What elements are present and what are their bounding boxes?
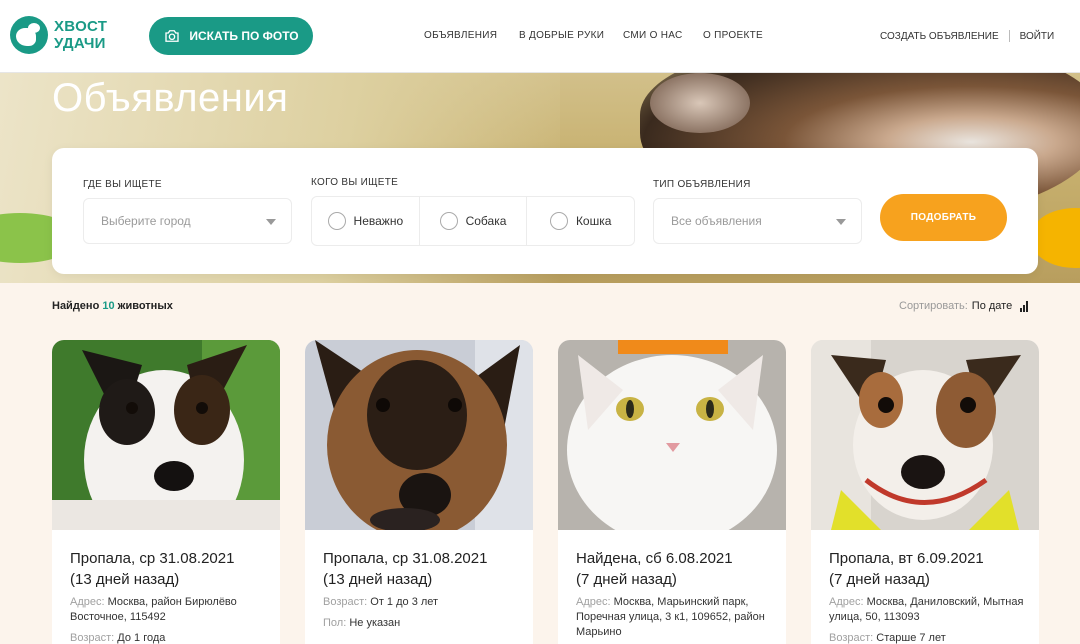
nav-item-ads[interactable]: ОБЪЯВЛЕНИЯ (424, 30, 497, 41)
card-status-date: Найдена, сб 6.08.2021 (576, 550, 733, 567)
pet-photo (305, 340, 533, 530)
pet-card[interactable]: Пропала, ср 31.08.2021 (13 дней назад) В… (305, 340, 533, 644)
card-status-date: Пропала, ср 31.08.2021 (323, 550, 488, 567)
card-title: Найдена, сб 6.08.2021 (7 дней назад) (576, 548, 776, 590)
card-info: Возраст: От 1 до 3 лет Пол: Не указан (323, 595, 523, 637)
card-title: Пропала, ср 31.08.2021 (13 дней назад) (323, 548, 523, 590)
radio-cat-label: Кошка (575, 214, 612, 228)
card-days-ago: (13 дней назад) (323, 571, 433, 588)
login-link[interactable]: ВОЙТИ (1020, 31, 1055, 42)
card-row-age: Возраст: От 1 до 3 лет (323, 596, 439, 608)
pet-photo (558, 340, 786, 530)
card-row-sex: Пол: Не указан (323, 617, 401, 629)
logo-line-1: ХВОСТ (54, 18, 108, 35)
pet-photo (811, 340, 1039, 530)
nav-item-media[interactable]: СМИ О НАС (623, 30, 683, 41)
cat-logo-icon (10, 16, 48, 54)
nav-item-about[interactable]: О ПРОЕКТЕ (703, 30, 763, 41)
radio-any-label: Неважно (353, 214, 404, 228)
sort-control[interactable]: Сортировать: По дате (899, 300, 1029, 312)
ad-type-select[interactable]: Все объявления (653, 198, 862, 244)
animal-radio-group: Неважно Собака Кошка (311, 196, 635, 246)
card-info: Адрес: Москва, Марьинский парк, Поречная… (576, 595, 776, 644)
card-title: Пропала, вт 6.09.2021 (7 дней назад) (829, 548, 1029, 590)
sort-value[interactable]: По дате (972, 300, 1012, 312)
pet-card[interactable]: Пропала, ср 31.08.2021 (13 дней назад) А… (52, 340, 280, 644)
card-title: Пропала, ср 31.08.2021 (13 дней назад) (70, 548, 270, 590)
sort-label: Сортировать: (899, 300, 968, 312)
results-prefix: Найдено (52, 300, 100, 312)
chevron-down-icon (266, 219, 276, 225)
card-days-ago: (13 дней назад) (70, 571, 180, 588)
radio-dog-label: Собака (465, 214, 507, 228)
sort-bars-icon[interactable] (1020, 300, 1029, 312)
city-label: ГДЕ ВЫ ИЩЕТЕ (83, 179, 162, 190)
logo[interactable]: ХВОСТ УДАЧИ (10, 16, 107, 54)
card-row-age: Возраст: До 1 года (70, 632, 166, 644)
page-title: Объявления (52, 76, 289, 120)
logo-line-2: УДАЧИ (54, 35, 106, 52)
nav-divider (1008, 30, 1010, 42)
card-row-age: Возраст: Старше 7 лет (829, 632, 946, 644)
create-ad-link[interactable]: СОЗДАТЬ ОБЪЯВЛЕНИЕ (880, 31, 999, 42)
search-filter-panel: ГДЕ ВЫ ИЩЕТЕ Выберите город КОГО ВЫ ИЩЕТ… (52, 148, 1038, 274)
user-nav: СОЗДАТЬ ОБЪЯВЛЕНИЕ ВОЙТИ (880, 30, 1054, 42)
card-info: Адрес: Москва, Даниловский, Мытная улица… (829, 595, 1029, 644)
card-status-date: Пропала, ср 31.08.2021 (70, 550, 235, 567)
camera-icon (165, 30, 180, 42)
search-by-photo-button[interactable]: ИСКАТЬ ПО ФОТО (149, 17, 313, 55)
results-count: Найдено 10 животных (52, 300, 173, 312)
card-days-ago: (7 дней назад) (576, 571, 677, 588)
city-select[interactable]: Выберите город (83, 198, 292, 244)
radio-circle-icon (439, 212, 458, 230)
radio-circle-icon (327, 212, 346, 230)
card-info: Адрес: Москва, район Бирюлёво Восточное,… (70, 595, 270, 644)
animal-label: КОГО ВЫ ИЩЕТЕ (311, 177, 399, 188)
radio-circle-icon (549, 212, 568, 230)
card-row-address: Адрес: Москва, Даниловский, Мытная улица… (829, 596, 1024, 623)
city-select-placeholder: Выберите город (101, 214, 191, 228)
filter-submit-button[interactable]: ПОДОБРАТЬ (880, 194, 1007, 241)
results-suffix: животных (117, 300, 173, 312)
pet-card[interactable]: Пропала, вт 6.09.2021 (7 дней назад) Адр… (811, 340, 1039, 644)
radio-any[interactable]: Неважно (312, 197, 420, 245)
nav-item-good-hands[interactable]: В ДОБРЫЕ РУКИ (519, 30, 604, 41)
card-row-address: Адрес: Москва, район Бирюлёво Восточное,… (70, 596, 237, 623)
card-days-ago: (7 дней назад) (829, 571, 930, 588)
card-row-address: Адрес: Москва, Марьинский парк, Поречная… (576, 596, 765, 638)
card-status-date: Пропала, вт 6.09.2021 (829, 550, 984, 567)
radio-dog[interactable]: Собака (420, 197, 528, 245)
pet-card[interactable]: Найдена, сб 6.08.2021 (7 дней назад) Адр… (558, 340, 786, 644)
ad-type-label: ТИП ОБЪЯВЛЕНИЯ (653, 179, 751, 190)
site-header: ХВОСТ УДАЧИ ИСКАТЬ ПО ФОТО ОБЪЯВЛЕНИЯ В … (0, 0, 1080, 73)
chevron-down-icon (836, 219, 846, 225)
radio-cat[interactable]: Кошка (527, 197, 634, 245)
search-by-photo-label: ИСКАТЬ ПО ФОТО (189, 29, 299, 43)
pet-photo (52, 340, 280, 530)
results-number: 10 (102, 300, 115, 312)
logo-text: ХВОСТ УДАЧИ (54, 18, 107, 52)
ad-type-value: Все объявления (671, 214, 762, 228)
